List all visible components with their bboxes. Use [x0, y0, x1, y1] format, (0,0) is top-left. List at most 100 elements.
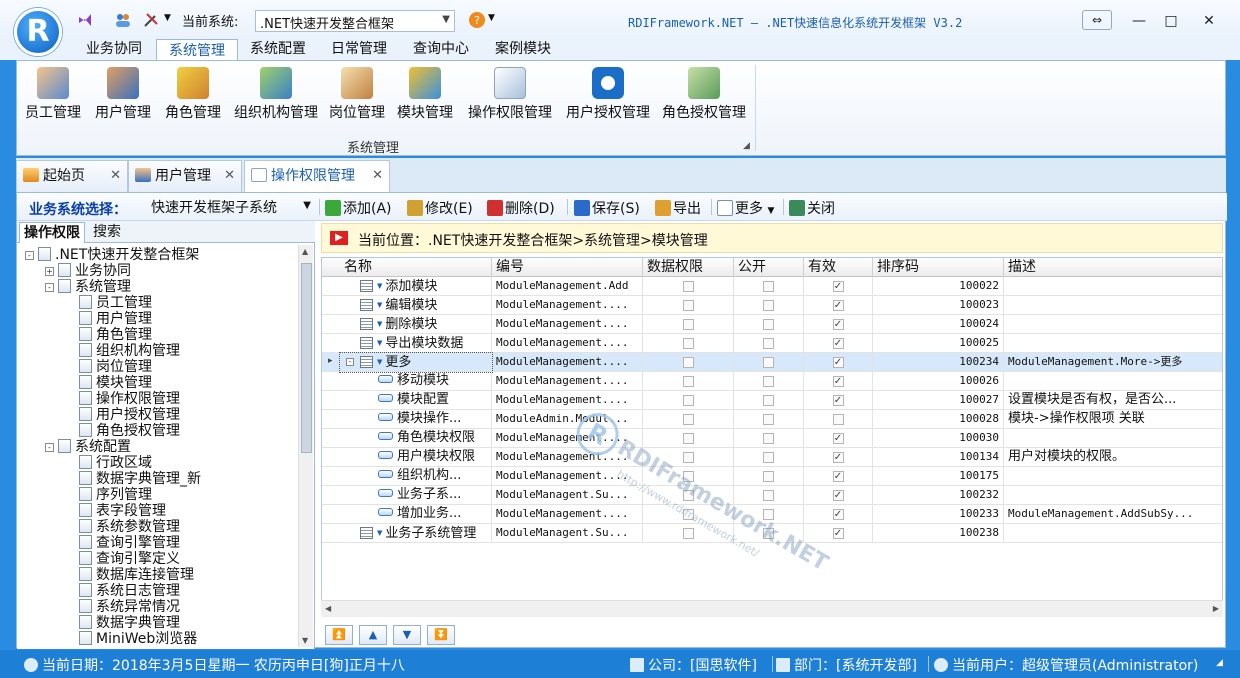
collapse-icon[interactable]: -: [45, 443, 54, 452]
valid-checkbox-cell[interactable]: ✓: [804, 353, 873, 372]
code-cell[interactable]: ModuleManagement....: [492, 467, 643, 486]
table-row[interactable]: 角色模块权限 ModuleManagement.... ✓ 100030: [322, 429, 1222, 448]
help-icon[interactable]: ?: [468, 11, 486, 29]
column-header[interactable]: 描述: [1004, 258, 1222, 277]
desc-cell[interactable]: [1004, 334, 1222, 353]
ribbon-tab-cases[interactable]: 案例模块: [495, 38, 551, 60]
checkbox[interactable]: [763, 319, 774, 330]
valid-checkbox-cell[interactable]: ✓: [804, 372, 873, 391]
tree-node[interactable]: 表字段管理: [79, 503, 166, 519]
edit-button[interactable]: 修改(E): [407, 198, 473, 217]
collapse-icon[interactable]: -: [45, 283, 54, 292]
tab-search[interactable]: 搜索: [89, 222, 125, 243]
checkbox[interactable]: [682, 452, 694, 463]
checkbox[interactable]: [682, 319, 694, 330]
sort-cell[interactable]: 100025: [873, 334, 1004, 353]
public-checkbox-cell[interactable]: [734, 505, 804, 524]
visual-studio-icon[interactable]: [76, 11, 94, 29]
valid-checkbox-cell[interactable]: ✓: [804, 334, 873, 353]
desc-cell[interactable]: [1004, 296, 1222, 315]
column-header[interactable]: 编号: [492, 258, 643, 277]
public-checkbox-cell[interactable]: [734, 315, 804, 334]
public-checkbox-cell[interactable]: [734, 467, 804, 486]
name-cell[interactable]: 业务子系...: [340, 486, 492, 505]
sort-cell[interactable]: 100233: [873, 505, 1004, 524]
code-cell[interactable]: ModuleManagement....: [492, 448, 643, 467]
system-select[interactable]: .NET快速开发整合框架 ▼: [255, 10, 455, 32]
public-checkbox-cell[interactable]: [734, 448, 804, 467]
code-cell[interactable]: ModuleManagement....: [492, 353, 643, 372]
checkbox[interactable]: [682, 528, 694, 539]
checkbox[interactable]: ✓: [832, 528, 844, 539]
ribbon-tab-system-admin[interactable]: 系统管理: [156, 39, 238, 61]
checkbox[interactable]: [763, 452, 774, 463]
move-up-button[interactable]: ▲: [359, 625, 387, 645]
ribbon-button-operation-permission[interactable]: 操作权限管理: [465, 67, 555, 127]
checkbox[interactable]: [763, 509, 774, 520]
sort-cell[interactable]: 100238: [873, 524, 1004, 543]
save-button[interactable]: 保存(S): [574, 198, 640, 217]
sort-cell[interactable]: 100027: [873, 391, 1004, 410]
tree-node[interactable]: 岗位管理: [79, 359, 152, 375]
checkbox[interactable]: [763, 433, 774, 444]
code-cell[interactable]: ModuleManagement....: [492, 315, 643, 334]
data-checkbox-cell[interactable]: [643, 448, 734, 467]
code-cell[interactable]: ModuleManagement....: [492, 505, 643, 524]
public-checkbox-cell[interactable]: [734, 524, 804, 543]
scroll-down-icon[interactable]: ▼: [302, 636, 308, 645]
tree-node[interactable]: - 系统配置: [45, 439, 131, 455]
checkbox[interactable]: [763, 414, 774, 425]
public-checkbox-cell[interactable]: [734, 277, 804, 296]
checkbox[interactable]: [763, 376, 774, 387]
data-checkbox-cell[interactable]: [643, 391, 734, 410]
code-cell[interactable]: ModuleManagement....: [492, 296, 643, 315]
checkbox[interactable]: ✓: [832, 338, 844, 349]
checkbox[interactable]: [763, 395, 774, 406]
table-row[interactable]: ▼ 编辑模块 ModuleManagement.... ✓ 100023: [322, 296, 1222, 315]
public-checkbox-cell[interactable]: [734, 372, 804, 391]
code-cell[interactable]: ModuleManagement....: [492, 334, 643, 353]
ribbon-button-user[interactable]: 用户管理: [93, 67, 153, 127]
tree-node[interactable]: 数据库连接管理: [79, 567, 194, 583]
valid-checkbox-cell[interactable]: ✓: [804, 505, 873, 524]
public-checkbox-cell[interactable]: [734, 353, 804, 372]
valid-checkbox-cell[interactable]: ✓: [804, 315, 873, 334]
desc-cell[interactable]: [1004, 277, 1222, 296]
add-button[interactable]: 添加(A): [325, 198, 392, 217]
scroll-up-icon[interactable]: ▲: [302, 247, 308, 256]
table-row[interactable]: ▼ 业务子系统管理 ModuleManagent.Su... ✓ 100238: [322, 524, 1222, 543]
tree-node[interactable]: 数据字典管理: [79, 615, 180, 631]
sort-cell[interactable]: 100024: [873, 315, 1004, 334]
checkbox[interactable]: [763, 357, 774, 368]
checkbox[interactable]: ✓: [832, 471, 844, 482]
tree-node[interactable]: 员工管理: [79, 295, 152, 311]
sort-cell[interactable]: 100234: [873, 353, 1004, 372]
desc-cell[interactable]: ModuleManagement.AddSubSy...: [1004, 505, 1222, 524]
checkbox[interactable]: ✓: [832, 509, 844, 520]
checkbox[interactable]: [682, 471, 694, 482]
tree-node[interactable]: 组织机构管理: [79, 343, 180, 359]
delete-button[interactable]: 删除(D): [487, 198, 555, 217]
tree-node[interactable]: + 业务协同: [45, 263, 131, 279]
checkbox[interactable]: [763, 300, 774, 311]
minimize-button[interactable]: —: [1124, 10, 1154, 32]
checkbox[interactable]: [763, 528, 774, 539]
checkbox[interactable]: [682, 376, 694, 387]
sort-cell[interactable]: 100175: [873, 467, 1004, 486]
desc-cell[interactable]: 设置模块是否有权，是否公...: [1004, 391, 1222, 410]
checkbox[interactable]: [763, 490, 774, 501]
code-cell[interactable]: ModuleManagent.Su...: [492, 486, 643, 505]
desc-cell[interactable]: ModuleManagement.More->更多: [1004, 353, 1222, 372]
table-row[interactable]: 模块配置 ModuleManagement.... ✓ 100027 设置模块是否有权，…: [322, 391, 1222, 410]
table-row[interactable]: ▸ - ▼ 更多 ModuleManagement.... ✓ 100234 ModuleMa…: [322, 352, 1222, 373]
table-row[interactable]: 模块操作... ModuleAdmin.Modul... 100028 模块->操作权…: [322, 410, 1222, 429]
data-checkbox-cell[interactable]: [643, 410, 734, 429]
doc-tab-home[interactable]: 起始页 ✕: [16, 160, 128, 192]
code-cell[interactable]: ModuleManagement....: [492, 372, 643, 391]
column-header[interactable]: 数据权限: [643, 258, 734, 277]
sort-cell[interactable]: 100026: [873, 372, 1004, 391]
tree-node[interactable]: 序列管理: [79, 487, 152, 503]
name-cell[interactable]: 用户模块权限: [340, 448, 492, 467]
close-icon[interactable]: ✕: [110, 161, 121, 191]
close-icon[interactable]: ✕: [372, 161, 383, 191]
